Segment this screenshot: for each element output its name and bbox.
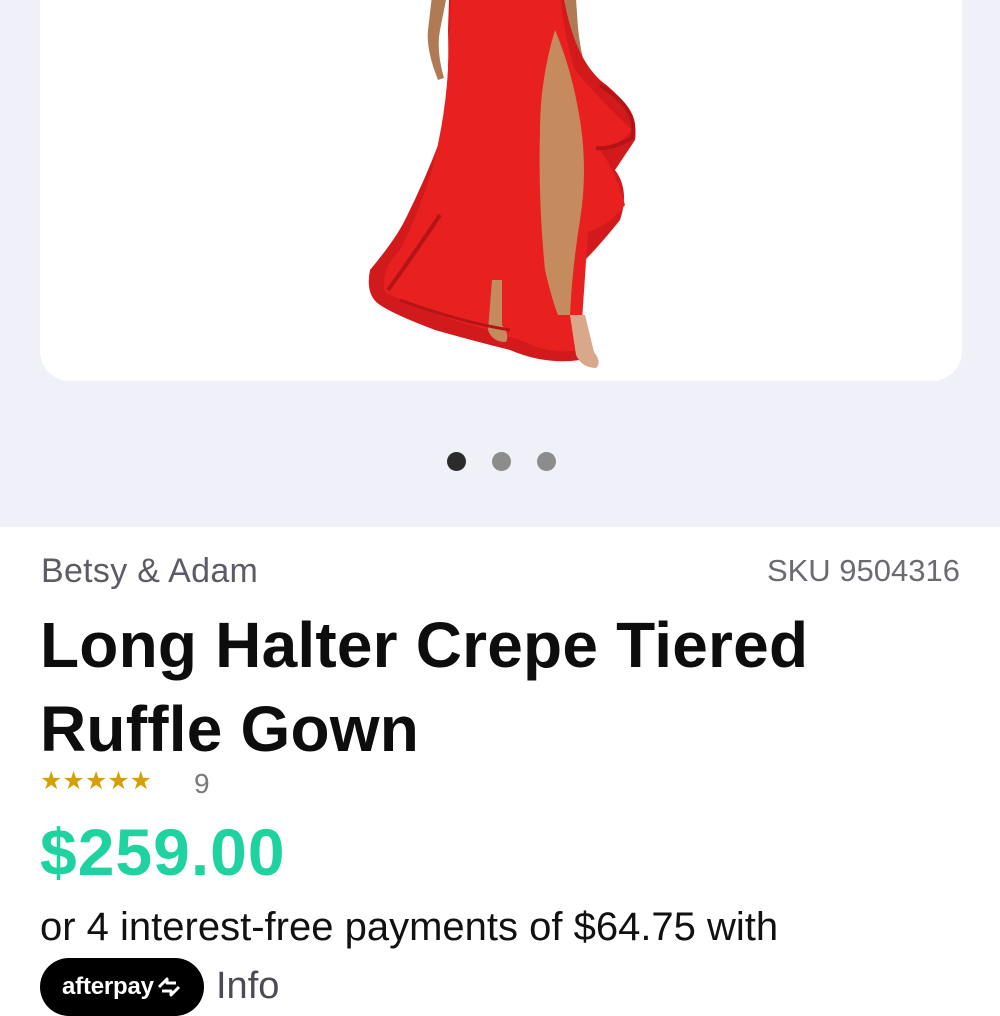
star-rating-icon: ★★★★★ [40,767,153,795]
installment-text: or 4 interest-free payments of $64.75 wi… [40,905,779,949]
product-gallery[interactable] [0,0,1000,527]
sku-label: SKU 9504316 [766,553,960,588]
review-count: 9 [194,768,210,799]
afterpay-label: afterpay [62,973,154,1000]
afterpay-logo: afterpay [40,958,204,1016]
afterpay-info-link[interactable]: Info [216,965,279,1008]
afterpay-arrows-icon [156,976,182,998]
price: $259.00 [40,815,286,889]
pagination-dot-1[interactable] [447,452,466,471]
pagination-dot-2[interactable] [492,452,511,471]
brand-name[interactable]: Betsy & Adam [41,552,258,591]
product-image[interactable] [40,0,962,381]
dress-illustration [368,0,636,368]
carousel-pagination [0,452,1000,472]
pagination-dot-3[interactable] [537,452,556,471]
product-title: Long Halter Crepe Tiered Ruffle Gown [40,609,809,765]
